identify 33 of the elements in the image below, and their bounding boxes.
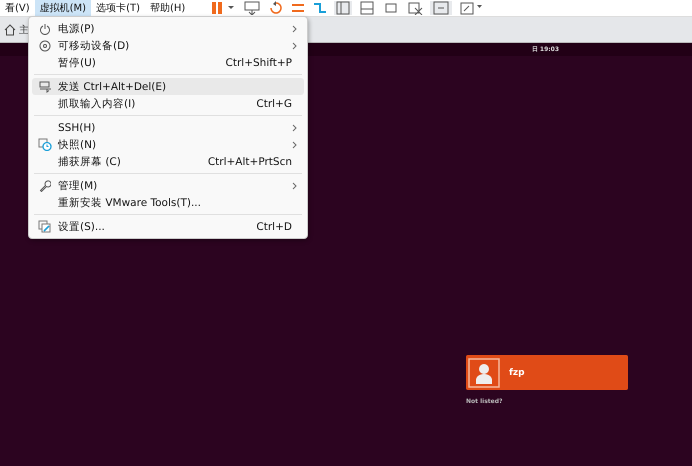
wrench-icon — [39, 180, 51, 192]
fullscreen-icon[interactable] — [458, 1, 484, 15]
pause-icon[interactable] — [210, 1, 236, 15]
menu-bar-item[interactable]: 选项卡(T) — [91, 0, 146, 16]
revert-icon[interactable] — [268, 1, 284, 15]
home-icon — [4, 24, 16, 36]
menu-item[interactable]: 可移动设备(D) — [32, 37, 304, 54]
home-tab[interactable]: 主 — [0, 22, 33, 36]
menu-item[interactable]: 重新安装 VMware Tools(T)... — [32, 194, 304, 211]
menu-item[interactable]: 发送 Ctrl+Alt+Del(E) — [32, 78, 304, 95]
user-entry[interactable]: fzp — [466, 355, 628, 390]
menu-item[interactable]: 抓取输入内容(I) Ctrl+G — [32, 95, 304, 112]
monitor-icon[interactable] — [242, 1, 262, 15]
menu-item[interactable]: 暂停(U) Ctrl+Shift+P — [32, 54, 304, 71]
power-icon — [39, 22, 51, 34]
console-icon[interactable] — [430, 1, 452, 15]
settings-icon — [38, 220, 52, 233]
no-screen-icon[interactable] — [406, 1, 424, 15]
avatar-icon — [468, 358, 500, 388]
layout-icon[interactable] — [334, 1, 352, 15]
disc-icon — [39, 40, 51, 52]
menu-item[interactable]: SSH(H) — [32, 119, 304, 136]
snapshot-icon — [38, 138, 52, 151]
menu-bar-item[interactable]: 帮助(H) — [145, 0, 190, 16]
menu-bar-item[interactable]: 虚拟机(M) — [34, 0, 92, 16]
menu-item[interactable]: 快照(N) — [32, 136, 304, 153]
keyboard-icon — [38, 80, 52, 92]
menu-item[interactable]: 管理(M) — [32, 177, 304, 194]
menu-item[interactable]: 电源(P) — [32, 20, 304, 37]
menu-bar-item[interactable]: 看(V) — [0, 0, 35, 16]
menu-item[interactable]: 捕获屏幕 (C) Ctrl+Alt+PrtScn — [32, 153, 304, 170]
layout-icon[interactable] — [358, 1, 376, 15]
menu-item[interactable]: 设置(S)... Ctrl+D — [32, 218, 304, 235]
